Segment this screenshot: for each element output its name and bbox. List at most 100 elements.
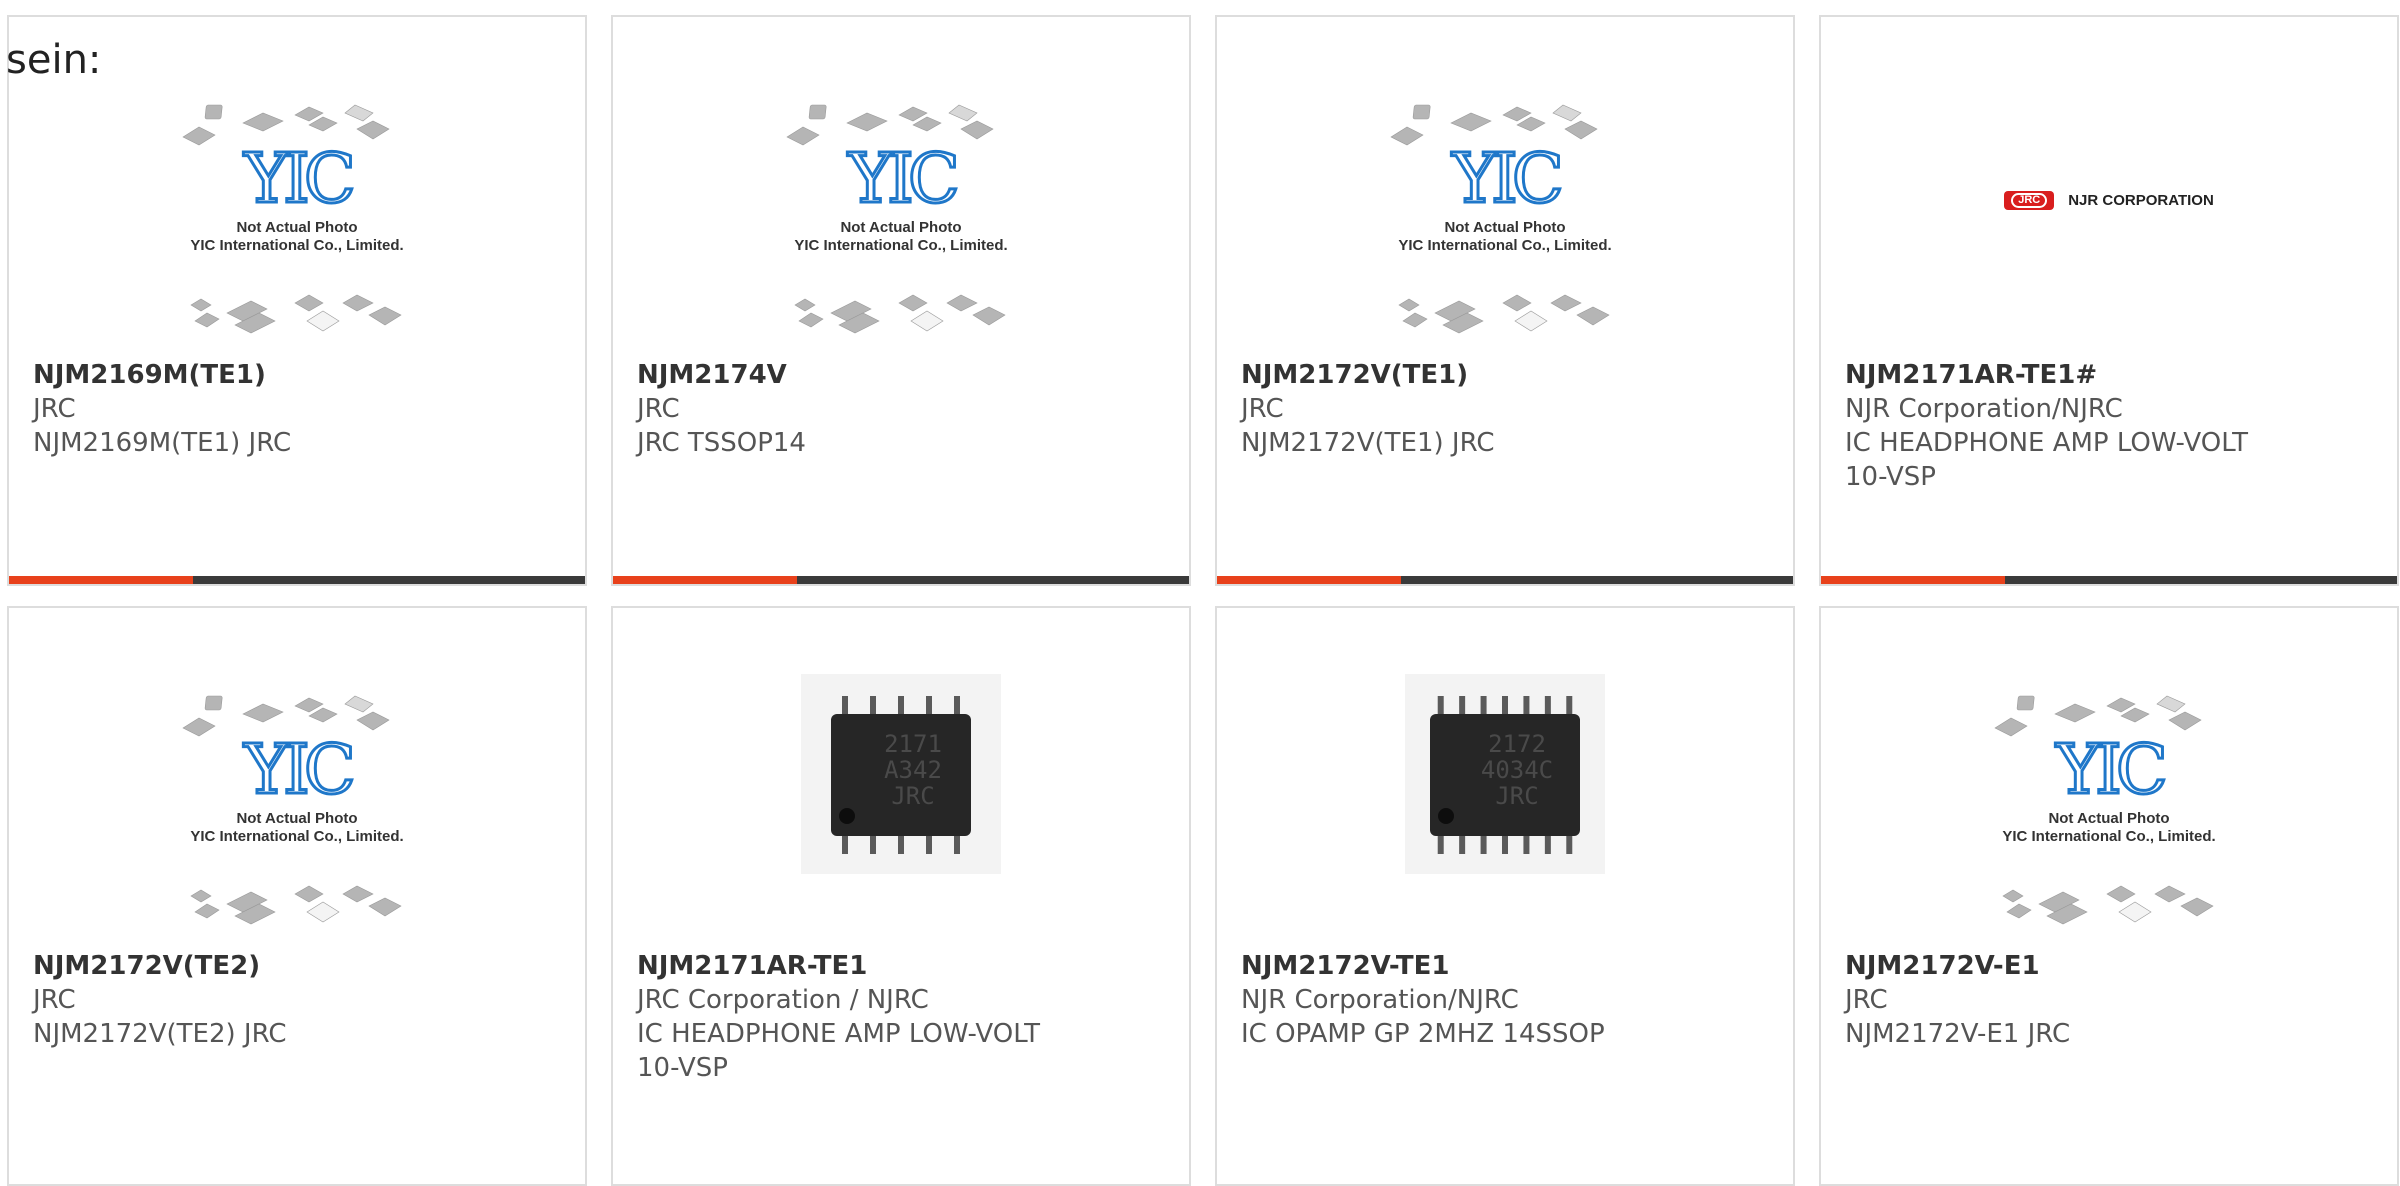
chip-pin [1502,696,1508,716]
description: IC HEADPHONE AMP LOW-VOLT [1845,428,2248,458]
chip-pin [1459,834,1466,854]
yic-logo: YIC [2055,731,2164,810]
svg-text:YIC International Co., Limited: YIC International Co., Limited. [1398,237,1611,254]
chip-marking-text: 4034C [1481,756,1553,784]
svg-text:YIC International Co., Limited: YIC International Co., Limited. [190,237,403,254]
yic-logo: YIC [243,731,352,810]
description-continued: 10-VSP [637,1053,728,1083]
pin1-marker [839,808,855,824]
description: JRC TSSOP14 [637,428,806,458]
svg-text:Not Actual Photo: Not Actual Photo [1444,219,1565,236]
svg-text:Not Actual Photo: Not Actual Photo [236,219,357,236]
product-card[interactable]: YIC Not Actual Photo YIC International C… [1819,606,2399,1186]
description: NJM2172V(TE1) JRC [1241,428,1495,458]
njr-corporation-logo: JRC NJR CORPORATION [2004,191,2214,210]
product-placeholder-image: YIC Not Actual Photo YIC International C… [182,695,404,925]
product-card[interactable]: 2172 4034C JRC NJM2172V-TE1 NJR Corporation/… [1215,606,1795,1186]
part-number-link[interactable]: NJM2171AR-TE1 [637,949,1169,983]
part-number-link[interactable]: NJM2172V(TE1) [1241,358,1773,392]
part-number-link[interactable]: NJM2172V-E1 [1845,949,2377,983]
card-accent-bar [1217,576,1401,584]
product-info: NJM2172V-TE1 NJR Corporation/NJRC IC OPAMP… [1241,949,1773,1051]
card-bottom-bar [1821,576,2397,584]
product-card[interactable]: JRC NJR CORPORATION NJM2171AR-TE1# NJR Corp… [1819,15,2399,586]
product-image-area[interactable]: YIC Not Actual Photo YIC International C… [1217,99,1793,363]
yic-logo: YIC [847,140,956,219]
lead-text: sein: [6,37,102,83]
description: NJM2172V(TE2) JRC [33,1019,287,1049]
manufacturer: JRC [33,394,76,424]
chip-pin [870,696,876,716]
manufacturer: JRC [637,394,680,424]
description-continued: 10-VSP [1845,462,1936,492]
product-placeholder-image: YIC Not Actual Photo YIC International C… [1994,695,2216,925]
part-number-link[interactable]: NJM2169M(TE1) [33,358,565,392]
product-card[interactable]: YIC Not Actual Photo YIC International C… [611,15,1191,586]
chip-pin [1502,834,1508,854]
description: NJM2172V-E1 JRC [1845,1019,2071,1049]
product-info: NJM2171AR-TE1# NJR Corporation/NJRC IC HEA… [1845,358,2377,494]
chip-pin [926,834,932,854]
description: IC HEADPHONE AMP LOW-VOLT [637,1019,1040,1049]
svg-text:YIC International Co., Limited: YIC International Co., Limited. [190,828,403,845]
product-info: NJM2172V(TE1) JRC NJM2172V(TE1) JRC [1241,358,1773,460]
manufacturer: NJR Corporation/NJRC [1845,394,2123,424]
jrc-badge-icon: JRC [2004,191,2055,210]
product-info: NJM2169M(TE1) JRC NJM2169M(TE1) JRC [33,358,565,460]
part-number-link[interactable]: NJM2171AR-TE1# [1845,358,2377,392]
chip-pin [954,834,960,854]
chip-pin [1437,834,1444,854]
product-info: NJM2174V JRC JRC TSSOP14 [637,358,1169,460]
svg-text:Not Actual Photo: Not Actual Photo [236,810,357,827]
chip-pin [842,834,848,854]
product-card[interactable]: YIC Not Actual Photo YIC International C… [7,15,587,586]
product-placeholder-image: YIC Not Actual Photo YIC International C… [786,104,1008,334]
chip-pin [1437,696,1444,716]
chip-pin [1544,696,1551,716]
part-number-link[interactable]: NJM2172V-TE1 [1241,949,1773,983]
product-image-area[interactable]: 2172 4034C JRC [1217,674,1793,938]
chip-pin [1480,696,1487,716]
yic-logo: YIC [243,140,352,219]
product-photo: 2171 A342 JRC [801,674,1001,874]
part-number-link[interactable]: NJM2172V(TE2) [33,949,565,983]
pin1-marker [1438,808,1454,824]
yic-logo: YIC [1451,140,1560,219]
product-image-area[interactable]: 2171 A342 JRC [613,674,1189,938]
chip-marking-text: JRC [1495,782,1538,810]
product-placeholder-image: YIC Not Actual Photo YIC International C… [182,104,404,334]
product-card[interactable]: YIC Not Actual Photo YIC International C… [7,606,587,1186]
product-info: NJM2172V-E1 JRC NJM2172V-E1 JRC [1845,949,2377,1051]
chip-pin [1566,696,1573,716]
description: IC OPAMP GP 2MHZ 14SSOP [1241,1019,1605,1049]
description: NJM2169M(TE1) JRC [33,428,292,458]
ic-chip-image: 2171A342JRC [801,674,1001,874]
product-image-area[interactable]: YIC Not Actual Photo YIC International C… [9,99,585,363]
card-accent-bar [613,576,797,584]
product-image-area[interactable]: YIC Not Actual Photo YIC International C… [613,99,1189,363]
product-placeholder-image: YIC Not Actual Photo YIC International C… [1390,104,1612,334]
chip-pin [1566,834,1573,854]
product-image-area[interactable]: YIC Not Actual Photo YIC International C… [1821,690,2397,954]
chip-pin [926,696,932,716]
chip-pin [870,834,876,854]
njr-logo-text: NJR CORPORATION [2068,192,2214,209]
svg-text:YIC International Co., Limited: YIC International Co., Limited. [2002,828,2215,845]
product-image-area[interactable]: JRC NJR CORPORATION [1821,99,2397,363]
chip-pin [898,834,904,854]
product-card[interactable]: YIC Not Actual Photo YIC International C… [1215,15,1795,586]
chip-pin [1480,834,1487,854]
product-card[interactable]: 2171 A342 JRC NJM2171AR-TE1 JRC Corporation … [611,606,1191,1186]
svg-text:Not Actual Photo: Not Actual Photo [840,219,961,236]
product-info: NJM2172V(TE2) JRC NJM2172V(TE2) JRC [33,949,565,1051]
product-info: NJM2171AR-TE1 JRC Corporation / NJRC IC HE… [637,949,1169,1085]
svg-text:YIC International Co., Limited: YIC International Co., Limited. [794,237,1007,254]
product-image-area[interactable]: YIC Not Actual Photo YIC International C… [9,690,585,954]
chip-pin [954,696,960,716]
chip-pin [1523,696,1530,716]
chip-marking-text: 2171 [884,730,942,758]
manufacturer: JRC [33,985,76,1015]
chip-marking-text: JRC [891,782,934,810]
part-number-link[interactable]: NJM2174V [637,358,1169,392]
manufacturer: NJR Corporation/NJRC [1241,985,1519,1015]
